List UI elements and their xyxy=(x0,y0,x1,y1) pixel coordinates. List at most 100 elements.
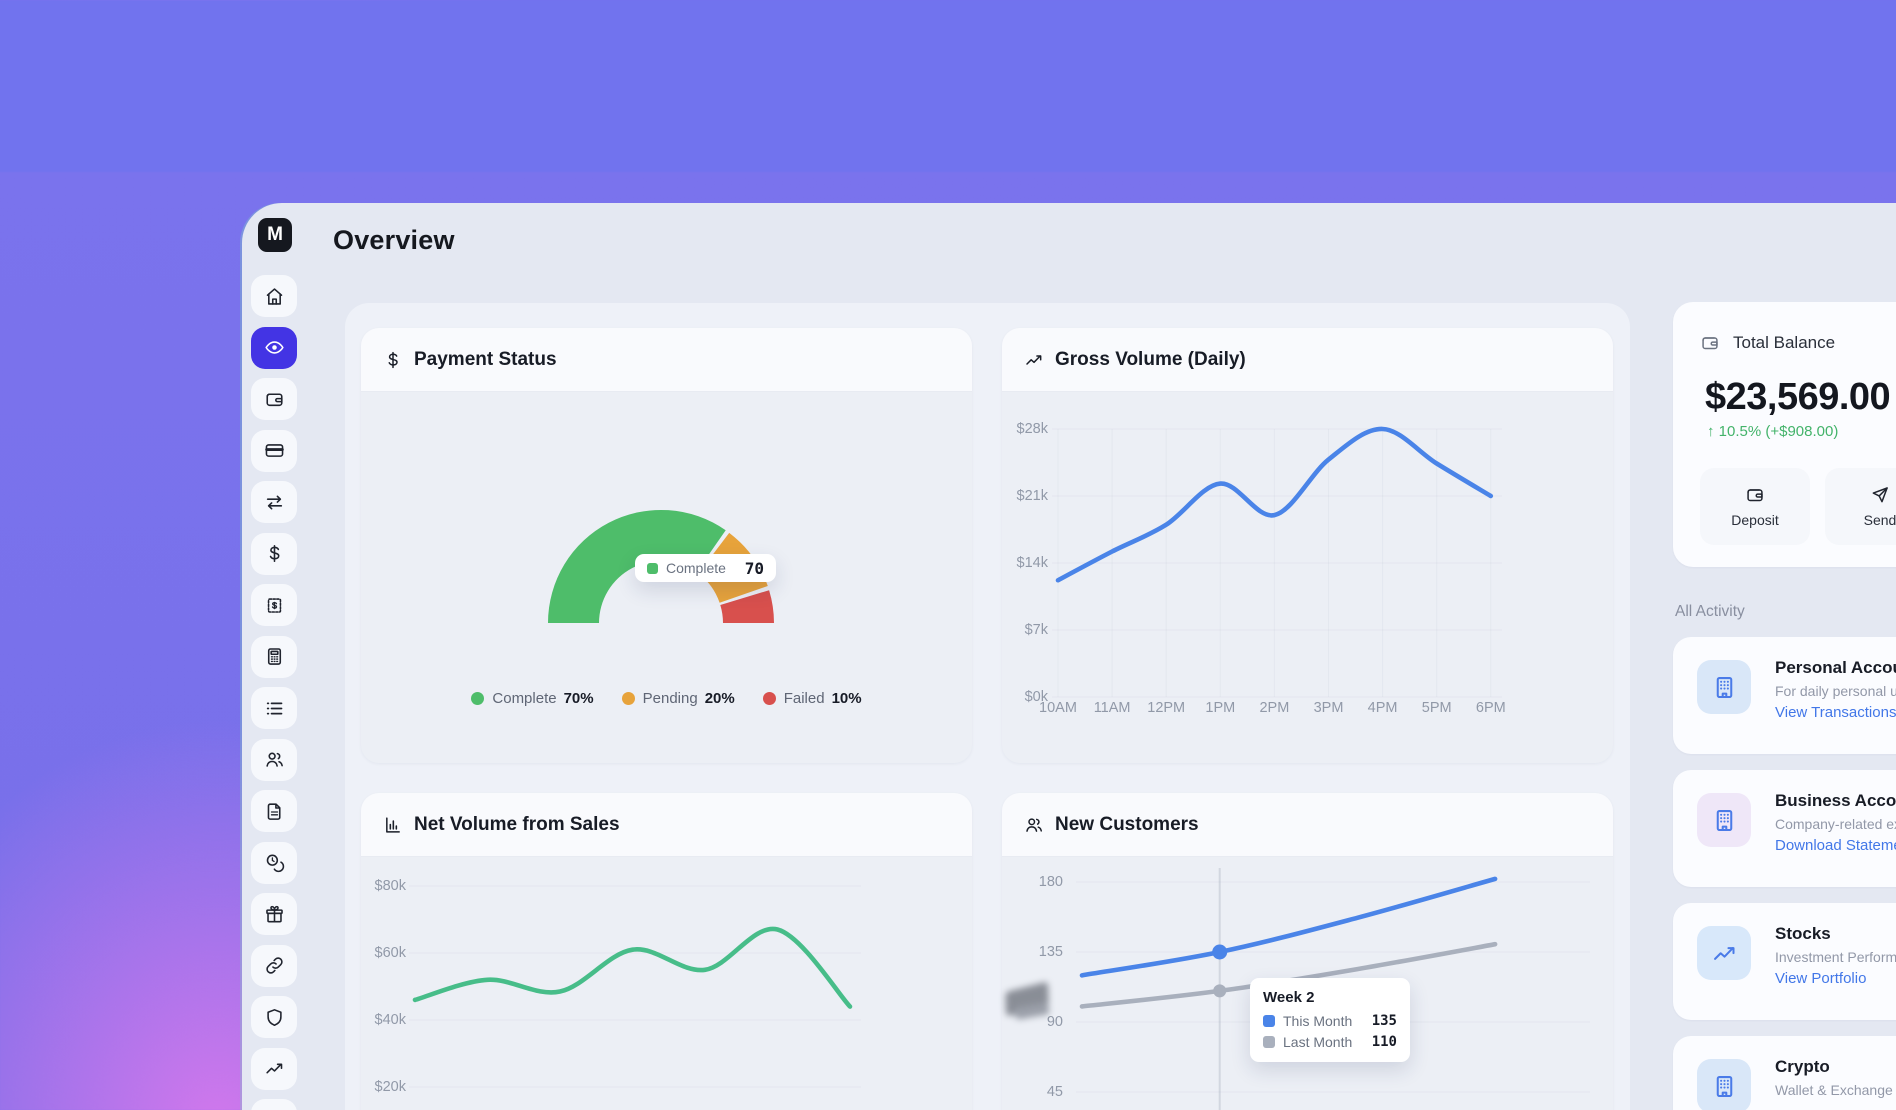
sidebar-item-box[interactable] xyxy=(251,1099,297,1110)
tooltip-row: This Month135 xyxy=(1263,1013,1397,1029)
sidebar-item-credit-card[interactable] xyxy=(251,430,297,472)
calculator-icon xyxy=(264,646,285,667)
tooltip-value: 135 xyxy=(1372,1013,1397,1029)
activity-icon-tile xyxy=(1697,793,1751,847)
activity-card-crypto[interactable]: CryptoWallet & Exchange xyxy=(1673,1036,1896,1110)
sidebar-item-coins[interactable] xyxy=(251,842,297,884)
invoice-icon xyxy=(264,595,285,616)
svg-text:11AM: 11AM xyxy=(1094,700,1131,716)
tooltip-value: 110 xyxy=(1372,1034,1397,1050)
sidebar-item-calculator[interactable] xyxy=(251,636,297,678)
svg-text:3PM: 3PM xyxy=(1314,700,1344,716)
activity-card-stocks[interactable]: StocksInvestment PerformanceView Portfol… xyxy=(1673,903,1896,1020)
svg-text:180: 180 xyxy=(1039,874,1063,890)
button-label: Deposit xyxy=(1731,512,1778,528)
mouse-cursor-blur xyxy=(1001,981,1059,1025)
building-icon xyxy=(1711,1073,1738,1100)
activity-icon-tile xyxy=(1697,660,1751,714)
svg-text:45: 45 xyxy=(1047,1084,1063,1100)
legend-label: Pending xyxy=(643,690,698,707)
legend-dot xyxy=(763,692,776,705)
activity-link[interactable]: View Transactions xyxy=(1775,704,1896,721)
document-icon xyxy=(264,801,285,822)
net-volume-card-header: Net Volume from Sales xyxy=(361,793,972,857)
payment-status-card-header: Payment Status xyxy=(361,328,972,392)
svg-text:10AM: 10AM xyxy=(1039,700,1077,716)
sidebar-item-list[interactable] xyxy=(251,687,297,729)
activity-text: StocksInvestment PerformanceView Portfol… xyxy=(1775,924,1896,987)
transfer-icon xyxy=(264,492,285,513)
legend-label: Failed xyxy=(784,690,825,707)
svg-text:$7k: $7k xyxy=(1025,622,1049,638)
legend-dot xyxy=(622,692,635,705)
sidebar-item-link[interactable] xyxy=(251,945,297,987)
total-balance-label: Total Balance xyxy=(1733,333,1835,353)
building-icon xyxy=(1711,807,1738,834)
legend-label: Complete xyxy=(492,690,556,707)
svg-text:1PM: 1PM xyxy=(1205,700,1235,716)
activity-card-business-account[interactable]: Business Account Company-related expenses… xyxy=(1673,770,1896,887)
trending-up-icon xyxy=(1024,350,1044,370)
activity-icon-tile xyxy=(1697,1059,1751,1110)
sidebar-item-eye[interactable] xyxy=(251,327,297,369)
sidebar-item-shield[interactable] xyxy=(251,996,297,1038)
activity-description: For daily personal use xyxy=(1775,683,1896,699)
shield-icon xyxy=(264,1007,285,1028)
tooltip-swatch xyxy=(1263,1036,1275,1048)
total-balance-card: Total Balance $23,569.00 ↑ 10.5% (+$908.… xyxy=(1673,302,1896,567)
svg-text:6PM: 6PM xyxy=(1476,700,1506,716)
dollar-icon xyxy=(264,543,285,564)
legend-value: 10% xyxy=(832,690,862,707)
activity-description: Investment Performance xyxy=(1775,949,1896,965)
svg-text:$28k: $28k xyxy=(1017,421,1049,437)
sidebar-item-home[interactable] xyxy=(251,275,297,317)
sidebar-item-document[interactable] xyxy=(251,790,297,832)
tooltip-swatch xyxy=(647,563,658,574)
total-balance-header: Total Balance xyxy=(1700,333,1835,353)
tooltip-label: Complete xyxy=(666,560,726,576)
activity-card-personal-account[interactable]: Personal Account For daily personal use Vi… xyxy=(1673,637,1896,754)
legend-dot xyxy=(471,692,484,705)
wallet-icon xyxy=(264,389,285,410)
users-icon xyxy=(264,749,285,770)
gauge-legend: Complete70%Pending20%Failed10% xyxy=(361,690,972,707)
activity-title: Personal Account xyxy=(1775,658,1896,678)
sidebar-item-trending-up[interactable] xyxy=(251,1048,297,1090)
activity-description: Company-related expenses xyxy=(1775,816,1896,832)
sidebar-item-gift[interactable] xyxy=(251,893,297,935)
activity-icon-tile xyxy=(1697,926,1751,980)
card-title: Payment Status xyxy=(414,349,557,371)
activity-link[interactable]: Download Statement xyxy=(1775,837,1896,854)
legend-value: 20% xyxy=(705,690,735,707)
gross-volume-card: Gross Volume (Daily) $0k$7k$14k$21k$28k1… xyxy=(1002,328,1613,763)
gift-icon xyxy=(264,904,285,925)
payment-status-card: Payment Status Complete70 Complete70%Pen… xyxy=(361,328,972,763)
legend-item-failed: Failed 10% xyxy=(763,690,862,707)
tooltip-title: Week 2 xyxy=(1263,989,1397,1006)
sidebar-item-wallet[interactable] xyxy=(251,378,297,420)
sidebar-item-dollar[interactable] xyxy=(251,533,297,575)
svg-text:$40k: $40k xyxy=(375,1012,407,1028)
card-title: New Customers xyxy=(1055,814,1199,836)
svg-text:135: 135 xyxy=(1039,944,1063,960)
sidebar-item-transfer[interactable] xyxy=(251,481,297,523)
activity-title: Business Account xyxy=(1775,791,1896,811)
all-activity-heading: All Activity xyxy=(1675,603,1896,621)
sidebar-item-invoice[interactable] xyxy=(251,584,297,626)
gauge-tooltip: Complete70 xyxy=(635,554,776,582)
wallet-icon xyxy=(1700,333,1720,353)
building-icon xyxy=(1711,674,1738,701)
wallet-icon xyxy=(1745,485,1765,505)
deposit-button[interactable]: Deposit xyxy=(1700,468,1810,545)
button-label: Send xyxy=(1864,512,1896,528)
svg-text:12PM: 12PM xyxy=(1147,700,1185,716)
gross-volume-card-header: Gross Volume (Daily) xyxy=(1002,328,1613,392)
activity-text: Personal Account For daily personal use Vi… xyxy=(1775,658,1896,721)
new-customers-tooltip: Week 2This Month135Last Month110 xyxy=(1250,978,1410,1062)
activity-link[interactable]: View Portfolio xyxy=(1775,970,1896,987)
send-button[interactable]: Send xyxy=(1825,468,1896,545)
sidebar-item-users[interactable] xyxy=(251,739,297,781)
trending-up-icon xyxy=(1711,940,1738,967)
bar-chart-icon xyxy=(383,815,403,835)
total-balance-amount: $23,569.00 xyxy=(1705,376,1890,419)
